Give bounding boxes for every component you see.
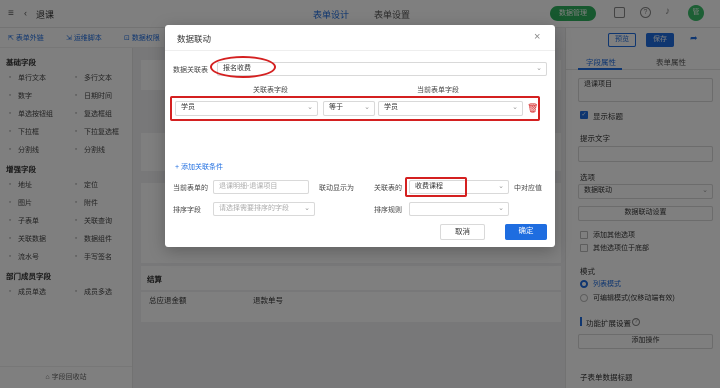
highlight-box	[405, 177, 467, 197]
chevron-down-icon: ⌄	[536, 65, 542, 72]
confirm-button[interactable]: 确定	[505, 224, 547, 240]
chevron-down-icon: ⌄	[498, 205, 504, 212]
sort-field-select[interactable]: 请选择需要排序的字段 ⌄	[213, 202, 315, 216]
chevron-down-icon: ⌄	[498, 183, 504, 190]
current-field-label: 当前表单的	[173, 185, 208, 192]
sort-field-label: 排序字段	[173, 207, 201, 214]
current-field-display-value: 退课明细-退课项目	[219, 183, 278, 190]
sort-rule-label: 排序规则	[374, 207, 402, 214]
sort-rule-select[interactable]: ⌄	[409, 202, 509, 216]
dialog-title: 数据联动	[177, 34, 212, 44]
add-condition-label: 添加关联条件	[181, 164, 224, 171]
source-form-label: 数据关联表	[173, 67, 208, 74]
cancel-button[interactable]: 取消	[440, 224, 485, 240]
sort-field-placeholder: 请选择需要排序的字段	[219, 205, 289, 212]
chevron-down-icon: ⌄	[304, 205, 310, 212]
linkage-show-label: 联动显示为	[319, 185, 354, 192]
close-icon[interactable]: ×	[534, 31, 540, 43]
related-label: 关联表的	[374, 185, 402, 192]
current-field-display: 退课明细-退课项目	[213, 180, 309, 194]
col-related-header: 关联表字段	[253, 87, 288, 94]
data-linkage-dialog: 数据联动 × 数据关联表 报名收费 ⌄ 关联表字段 当前表单字段 学员 ⌄ 等于 ⌄ …	[165, 25, 555, 247]
highlight-oval	[210, 56, 276, 78]
corresponding-label: 中对应值	[514, 185, 542, 192]
col-current-header: 当前表单字段	[417, 87, 459, 94]
highlight-box	[170, 96, 540, 121]
divider	[165, 50, 555, 51]
add-condition-button[interactable]: + 添加关联条件	[175, 162, 223, 172]
